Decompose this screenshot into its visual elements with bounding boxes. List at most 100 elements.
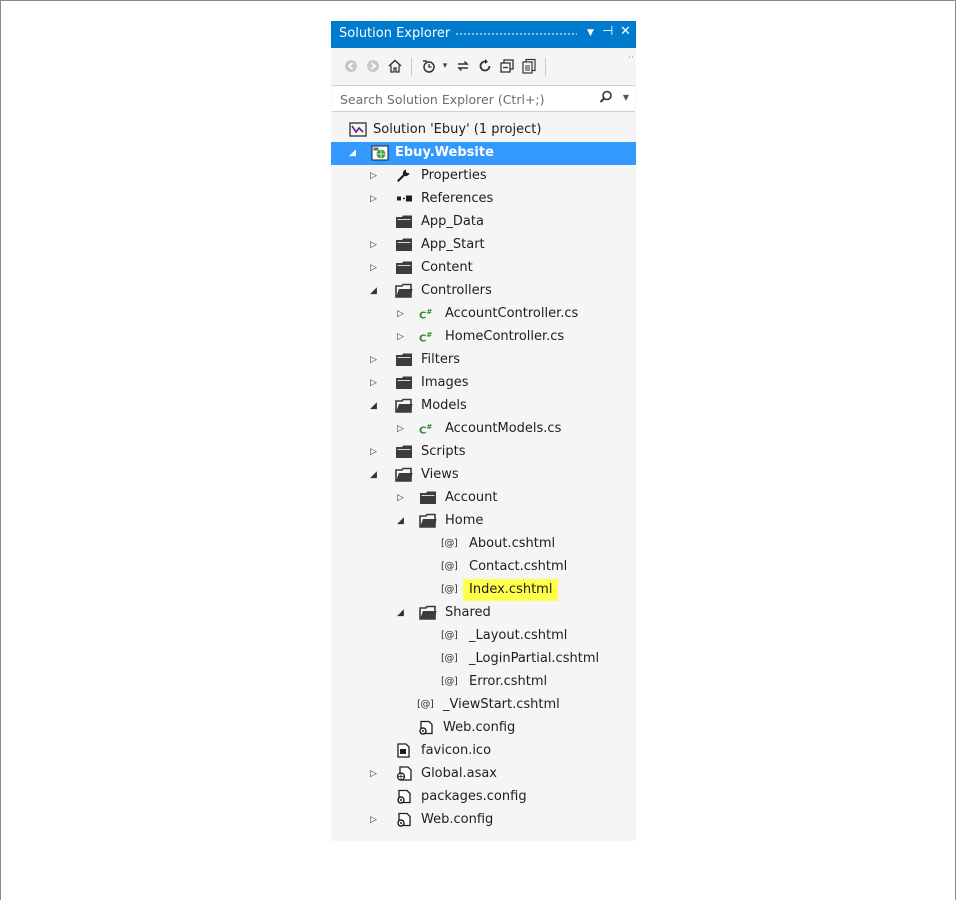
expand-arrow-icon[interactable]: ▷ <box>370 814 380 826</box>
chevron-down-icon[interactable]: ▾ <box>435 56 455 76</box>
back-icon[interactable] <box>341 56 361 76</box>
tree-item-label: _LoginPartial.cshtml <box>469 651 600 666</box>
home-icon[interactable] <box>385 56 405 76</box>
search-options-icon[interactable]: ▼ <box>623 93 629 102</box>
tree-item[interactable]: Solution 'Ebuy' (1 project) <box>331 119 636 142</box>
cshtml-icon: [@] <box>441 653 458 664</box>
cshtml-icon: [@] <box>441 561 458 572</box>
toolbar-overflow-icon[interactable]: ·· <box>621 48 641 68</box>
tree-item[interactable]: [@] Index.cshtml <box>331 579 636 602</box>
folder-icon <box>395 444 413 460</box>
drag-grip[interactable] <box>455 32 577 37</box>
tree-item[interactable]: ◢ Models <box>331 395 636 418</box>
expand-arrow-icon[interactable]: ▷ <box>370 354 380 366</box>
tree-item-label: Filters <box>421 352 460 367</box>
folder-icon <box>395 214 413 230</box>
expand-arrow-icon[interactable]: ▷ <box>370 262 380 274</box>
tree-item[interactable]: ◢ Shared <box>331 602 636 625</box>
config-icon <box>417 720 435 736</box>
tree-item[interactable]: ◢ Home <box>331 510 636 533</box>
tree-item[interactable]: ▷ Account <box>331 487 636 510</box>
tree-item[interactable]: ▷ Scripts <box>331 441 636 464</box>
tree-item[interactable]: [@] Error.cshtml <box>331 671 636 694</box>
tree-item-label: Home <box>445 513 484 528</box>
collapse-arrow-icon[interactable]: ◢ <box>370 400 380 412</box>
close-icon[interactable]: ✕ <box>620 24 631 39</box>
tree-item-label: Views <box>421 467 459 482</box>
sync-icon[interactable] <box>453 56 473 76</box>
tree-item[interactable]: [@] _Layout.cshtml <box>331 625 636 648</box>
forward-icon[interactable] <box>363 56 383 76</box>
tree-item[interactable]: packages.config <box>331 786 636 809</box>
collapse-arrow-icon[interactable]: ◢ <box>349 147 359 159</box>
tree-item[interactable]: ▷ Properties <box>331 165 636 188</box>
search-box: ▼ <box>332 85 635 112</box>
cshtml-icon: [@] <box>441 676 458 687</box>
tree-item[interactable]: [@] Contact.cshtml <box>331 556 636 579</box>
expand-arrow-icon[interactable]: ▷ <box>370 446 380 458</box>
expand-arrow-icon[interactable]: ▷ <box>370 193 380 205</box>
show-all-files-icon[interactable] <box>519 56 539 76</box>
tree-item[interactable]: ◢ Controllers <box>331 280 636 303</box>
tree-item-label: Solution 'Ebuy' (1 project) <box>373 122 542 137</box>
tree-item[interactable]: ▷ Content <box>331 257 636 280</box>
tree-item[interactable]: ▷ References <box>331 188 636 211</box>
expand-arrow-icon[interactable]: ▷ <box>397 492 407 504</box>
folder-icon <box>395 260 413 276</box>
tree-item[interactable]: ▷ C# AccountController.cs <box>331 303 636 326</box>
tree-item-label: App_Start <box>421 237 485 252</box>
tree-item[interactable]: App_Data <box>331 211 636 234</box>
tree-item[interactable]: ▷ C# AccountModels.cs <box>331 418 636 441</box>
cshtml-icon: [@] <box>417 699 434 710</box>
collapse-arrow-icon[interactable]: ◢ <box>370 469 380 481</box>
expand-arrow-icon[interactable]: ▷ <box>370 239 380 251</box>
expand-arrow-icon[interactable]: ▷ <box>370 768 380 780</box>
config-icon <box>395 789 413 805</box>
folder-icon <box>395 375 413 391</box>
expand-arrow-icon[interactable]: ▷ <box>397 423 407 435</box>
tree-item-label: References <box>421 191 494 206</box>
tree-item[interactable]: ▷ Web.config <box>331 809 636 832</box>
collapse-arrow-icon[interactable]: ◢ <box>370 285 380 297</box>
tree-item[interactable]: ▷ Images <box>331 372 636 395</box>
tree-item[interactable]: Web.config <box>331 717 636 740</box>
panel-title-bar[interactable]: Solution Explorer ▼ ⊣ ✕ <box>331 21 636 48</box>
expand-arrow-icon[interactable]: ▷ <box>397 331 407 343</box>
panel-title: Solution Explorer <box>339 26 451 41</box>
tree-item[interactable]: ▷ App_Start <box>331 234 636 257</box>
search-icon[interactable] <box>599 90 613 108</box>
tree-item-label: HomeController.cs <box>445 329 565 344</box>
folder-open-icon <box>395 467 413 483</box>
tree-item-label: Index.cshtml <box>463 579 559 601</box>
csharp-icon: C# <box>419 331 433 345</box>
tree-item[interactable]: [@] _ViewStart.cshtml <box>331 694 636 717</box>
expand-arrow-icon[interactable]: ▷ <box>370 377 380 389</box>
pin-icon[interactable]: ⊣ <box>602 24 613 39</box>
image-file-icon <box>395 743 413 759</box>
expand-arrow-icon[interactable]: ▷ <box>397 308 407 320</box>
tree-item[interactable]: ▷ C# HomeController.cs <box>331 326 636 349</box>
tree-item[interactable]: [@] About.cshtml <box>331 533 636 556</box>
collapse-all-icon[interactable] <box>497 56 517 76</box>
folder-open-icon <box>419 513 437 529</box>
search-input[interactable] <box>340 90 590 108</box>
folder-open-icon <box>395 398 413 414</box>
tree-item-label: Scripts <box>421 444 466 459</box>
collapse-arrow-icon[interactable]: ◢ <box>397 515 407 527</box>
tree-item-label: _ViewStart.cshtml <box>443 697 560 712</box>
refresh-icon[interactable] <box>475 56 495 76</box>
collapse-arrow-icon[interactable]: ◢ <box>397 607 407 619</box>
tree-item[interactable]: ◢ Views <box>331 464 636 487</box>
tree-item-label: Models <box>421 398 467 413</box>
tree-item[interactable]: ◢ Ebuy.Website <box>331 142 636 165</box>
folder-open-icon <box>395 283 413 299</box>
cshtml-icon: [@] <box>441 630 458 641</box>
tree-item[interactable]: [@] _LoginPartial.cshtml <box>331 648 636 671</box>
expand-arrow-icon[interactable]: ▷ <box>370 170 380 182</box>
tree-item-label: Error.cshtml <box>469 674 548 689</box>
dropdown-arrow-icon[interactable]: ▼ <box>587 28 594 38</box>
tree-item[interactable]: ▷ Filters <box>331 349 636 372</box>
tree-item-label: Ebuy.Website <box>395 145 494 160</box>
tree-item[interactable]: favicon.ico <box>331 740 636 763</box>
tree-item[interactable]: ▷ Global.asax <box>331 763 636 786</box>
